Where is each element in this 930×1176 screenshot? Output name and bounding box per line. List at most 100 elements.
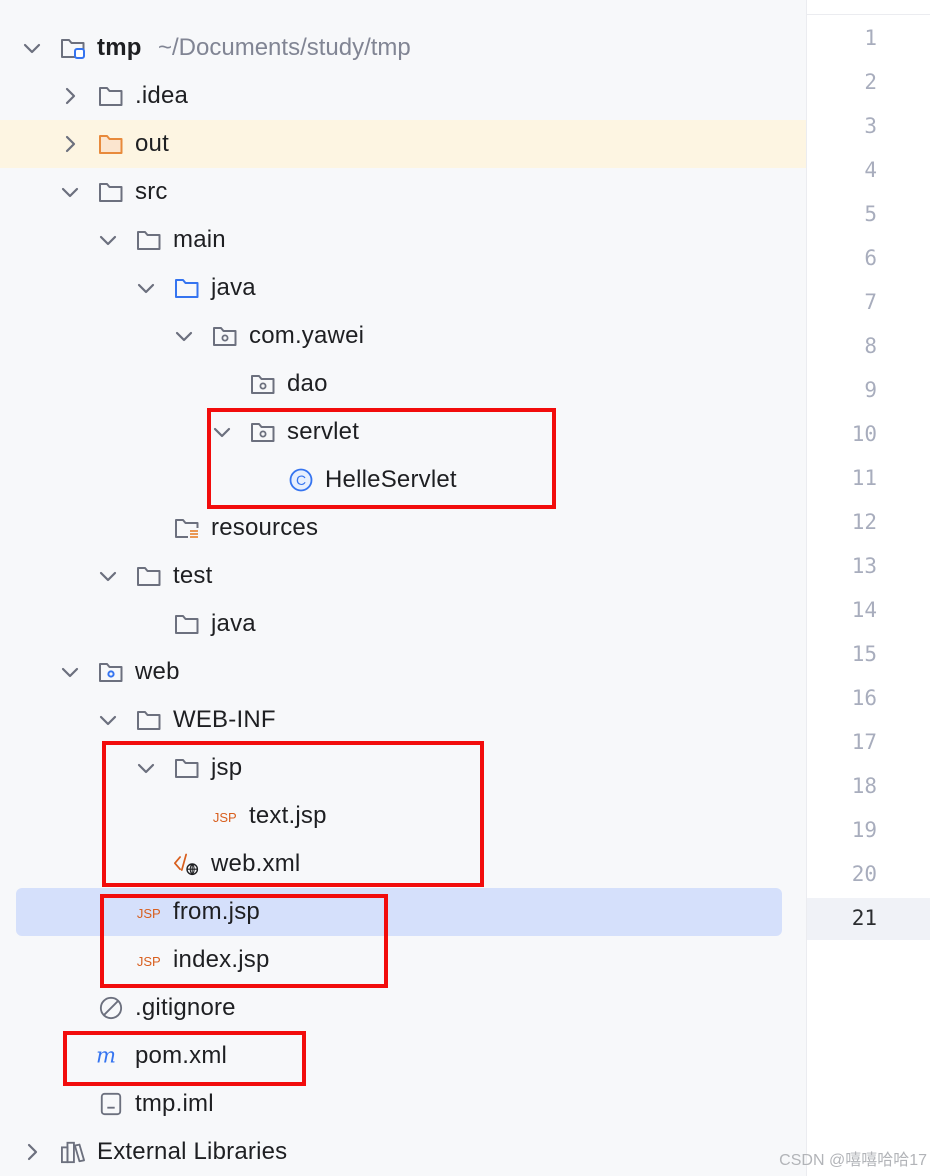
module-folder-icon [61,39,85,59]
excluded-folder-icon [99,135,123,154]
project-tree-panel[interactable]: tmp ~/Documents/study/tmp .idea out src … [0,0,806,1176]
tree-label: main [173,226,226,253]
tree-row-resources[interactable]: resources [0,504,806,552]
chevron-down-icon[interactable] [60,662,80,682]
editor-gutter: 1 2 3 4 5 6 7 8 9 10 11 12 13 14 15 16 17 18 19 20 21 CSDN @… [779,0,930,1176]
line-number: 13 [851,554,877,578]
tree-row-external-libraries[interactable]: External Libraries [0,1128,806,1176]
tree-row-java-source[interactable]: java [0,264,806,312]
chevron-down-icon[interactable] [174,326,194,346]
tree-label: text.jsp [249,802,327,829]
tree-row-java-test[interactable]: java [0,600,806,648]
line-number: 5 [864,202,877,226]
tree-label: WEB-INF [173,706,276,733]
chevron-down-icon[interactable] [212,422,232,442]
line-number: 18 [851,774,877,798]
tree-row-web-inf[interactable]: WEB-INF [0,696,806,744]
package-folder-icon [213,327,237,346]
chevron-down-icon[interactable] [136,278,156,298]
line-number: 1 [864,26,877,50]
jsp-file-icon: JSP [213,810,237,825]
chevron-down-icon[interactable] [98,230,118,250]
folder-icon [175,759,199,778]
svg-text:m: m [96,1044,116,1068]
line-number: 10 [851,422,877,446]
chevron-down-icon[interactable] [22,38,42,58]
watermark: CSDN @嘻嘻哈哈17 [779,1152,927,1169]
tree-label: com.yawei [249,322,365,349]
tree-row-test[interactable]: test [0,552,806,600]
tree-label: from.jsp [173,898,260,925]
tree-row-web-xml[interactable]: web.xml [0,840,806,888]
tree-label: External Libraries [97,1138,288,1165]
line-number: 14 [851,598,877,622]
tree-row-tmp[interactable]: tmp ~/Documents/study/tmp [0,24,806,72]
maven-icon: m [96,1044,116,1068]
package-folder-icon [251,375,275,394]
tree-label: java [211,274,256,301]
tree-label: java [211,610,256,637]
tree-label: web.xml [211,850,301,877]
tree-row-gitignore[interactable]: .gitignore [0,984,806,1032]
line-number: 4 [864,158,877,182]
tree-label: resources [211,514,319,541]
chevron-right-icon[interactable] [22,1142,42,1162]
svg-text:JSP: JSP [137,954,161,969]
tree-label: dao [287,370,328,397]
tree-row-dao[interactable]: dao [0,360,806,408]
tree-row-text-jsp[interactable]: JSP text.jsp [0,792,806,840]
tree-row-index-jsp[interactable]: JSP index.jsp [0,936,806,984]
chevron-right-icon[interactable] [60,86,80,106]
folder-icon [99,87,123,106]
tree-row-tmp-iml[interactable]: tmp.iml [0,1080,806,1128]
folder-icon [99,183,123,202]
line-number: 3 [864,114,877,138]
tree-row-pom-xml[interactable]: m pom.xml [0,1032,806,1080]
line-number: 2 [864,70,877,94]
line-number: 6 [864,246,877,270]
line-number: 9 [864,378,877,402]
tree-row-main[interactable]: main [0,216,806,264]
tree-row-servlet[interactable]: servlet [0,408,806,456]
tree-label: index.jsp [173,946,270,973]
folder-icon [137,231,161,250]
chevron-right-icon[interactable] [60,134,80,154]
tree-label: tmp.iml [135,1090,214,1117]
tree-label: jsp [211,754,243,781]
tree-label: tmp [97,34,142,61]
tree-row-from-jsp[interactable]: JSP from.jsp [16,888,782,936]
package-folder-icon [251,423,275,442]
line-number: 20 [851,862,877,886]
line-number: 15 [851,642,877,666]
tree-label: web [135,658,180,685]
folder-icon [175,615,199,634]
tree-row-helleservlet[interactable]: C HelleServlet [0,456,806,504]
chevron-down-icon[interactable] [98,710,118,730]
line-number: 7 [864,290,877,314]
line-number: 19 [851,818,877,842]
line-number: 16 [851,686,877,710]
tree-row-idea[interactable]: .idea [0,72,806,120]
tree-label: servlet [287,418,360,445]
tree-row-jsp[interactable]: jsp [0,744,806,792]
line-number: 21 [851,906,877,930]
tree-label: out [135,130,169,157]
svg-text:JSP: JSP [137,906,161,921]
chevron-down-icon[interactable] [136,758,156,778]
tree-row-com-yawei[interactable]: com.yawei [0,312,806,360]
tree-row-src[interactable]: src [0,168,806,216]
web-folder-icon [99,663,123,682]
tree-row-out[interactable]: out [0,120,806,168]
libraries-icon [61,1141,85,1164]
folder-icon [137,567,161,586]
jsp-file-icon: JSP [137,906,161,921]
svg-text:C: C [296,472,306,488]
web-xml-icon [174,853,199,876]
java-class-icon: C [289,468,313,492]
tree-row-web[interactable]: web [0,648,806,696]
chevron-down-icon[interactable] [98,566,118,586]
chevron-down-icon[interactable] [60,182,80,202]
source-folder-icon [175,279,199,298]
svg-text:JSP: JSP [213,810,237,825]
folder-icon [137,711,161,730]
